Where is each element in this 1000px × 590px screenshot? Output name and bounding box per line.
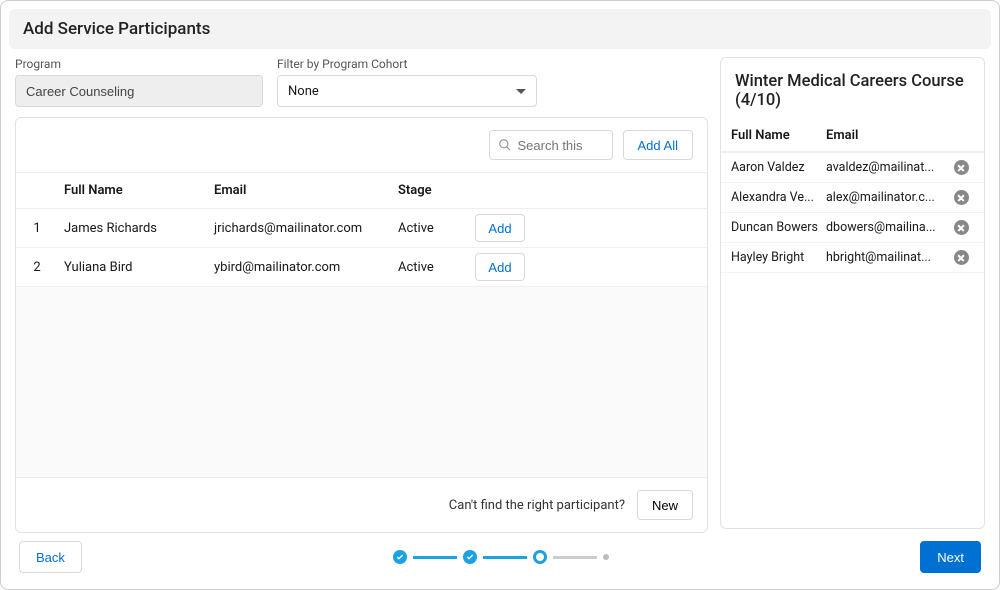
table-row: 1 James Richards jrichards@mailinator.co…: [16, 209, 707, 248]
selected-row: Aaron Valdez avaldez@mailinat...: [721, 153, 984, 183]
cohort-value: None: [288, 84, 319, 99]
search-icon: [498, 138, 512, 152]
step-pending-icon: [603, 554, 609, 560]
col-header-name: Full Name: [58, 183, 214, 198]
search-input-wrapper[interactable]: [489, 130, 613, 160]
remove-icon[interactable]: [954, 190, 969, 205]
add-button[interactable]: Add: [475, 214, 524, 242]
row-number: 2: [16, 260, 58, 275]
cohort-label: Filter by Program Cohort: [277, 57, 537, 71]
selected-row: Duncan Bowers dbowers@mailina...: [721, 213, 984, 243]
selected-participants-card: Winter Medical Careers Course (4/10) Ful…: [720, 57, 985, 529]
step-bar: [413, 556, 457, 559]
program-input[interactable]: [15, 75, 263, 107]
selected-title: Winter Medical Careers Course (4/10): [721, 58, 984, 120]
available-participants-card: Add All Full Name Email Stage 1 James Ri…: [15, 117, 708, 533]
row-name: Yuliana Bird: [58, 260, 214, 275]
step-complete-icon: [393, 550, 407, 564]
step-bar: [553, 556, 597, 559]
footer-prompt: Can't find the right participant?: [449, 498, 625, 513]
selected-row: Hayley Bright hbright@mailinat...: [721, 243, 984, 273]
row-stage: Active: [398, 221, 468, 236]
chevron-down-icon: [516, 89, 526, 94]
selected-col-email: Email: [826, 128, 941, 143]
col-header-stage: Stage: [398, 183, 468, 198]
step-complete-icon: [463, 550, 477, 564]
row-number: 1: [16, 221, 58, 236]
selected-name: Duncan Bowers: [721, 220, 826, 235]
selected-email: dbowers@mailina...: [826, 220, 941, 235]
selected-name: Hayley Bright: [721, 250, 826, 265]
selected-name: Aaron Valdez: [721, 160, 826, 175]
selected-email: hbright@mailinat...: [826, 250, 941, 265]
next-button[interactable]: Next: [920, 541, 981, 573]
page-title: Add Service Participants: [9, 9, 991, 49]
selected-row: Alexandra Ve... alex@mailinator.c...: [721, 183, 984, 213]
row-email: jrichards@mailinator.com: [214, 221, 398, 236]
program-label: Program: [15, 57, 263, 71]
remove-icon[interactable]: [954, 250, 969, 265]
add-all-button[interactable]: Add All: [623, 130, 693, 160]
cohort-select[interactable]: None: [277, 75, 537, 107]
selected-name: Alexandra Ve...: [721, 190, 826, 205]
add-button[interactable]: Add: [475, 253, 524, 281]
table-header: Full Name Email Stage: [16, 172, 707, 209]
step-current-icon: [533, 550, 547, 564]
col-header-email: Email: [214, 183, 398, 198]
selected-email: avaldez@mailinat...: [826, 160, 941, 175]
remove-icon[interactable]: [954, 220, 969, 235]
row-stage: Active: [398, 260, 468, 275]
new-button[interactable]: New: [637, 490, 693, 520]
remove-icon[interactable]: [954, 160, 969, 175]
row-email: ybird@mailinator.com: [214, 260, 398, 275]
step-bar: [483, 556, 527, 559]
selected-email: alex@mailinator.c...: [826, 190, 941, 205]
back-button[interactable]: Back: [19, 541, 82, 573]
table-row: 2 Yuliana Bird ybird@mailinator.com Acti…: [16, 248, 707, 287]
selected-col-name: Full Name: [721, 128, 826, 143]
search-input[interactable]: [518, 138, 604, 153]
progress-stepper: [82, 550, 920, 564]
row-name: James Richards: [58, 221, 214, 236]
